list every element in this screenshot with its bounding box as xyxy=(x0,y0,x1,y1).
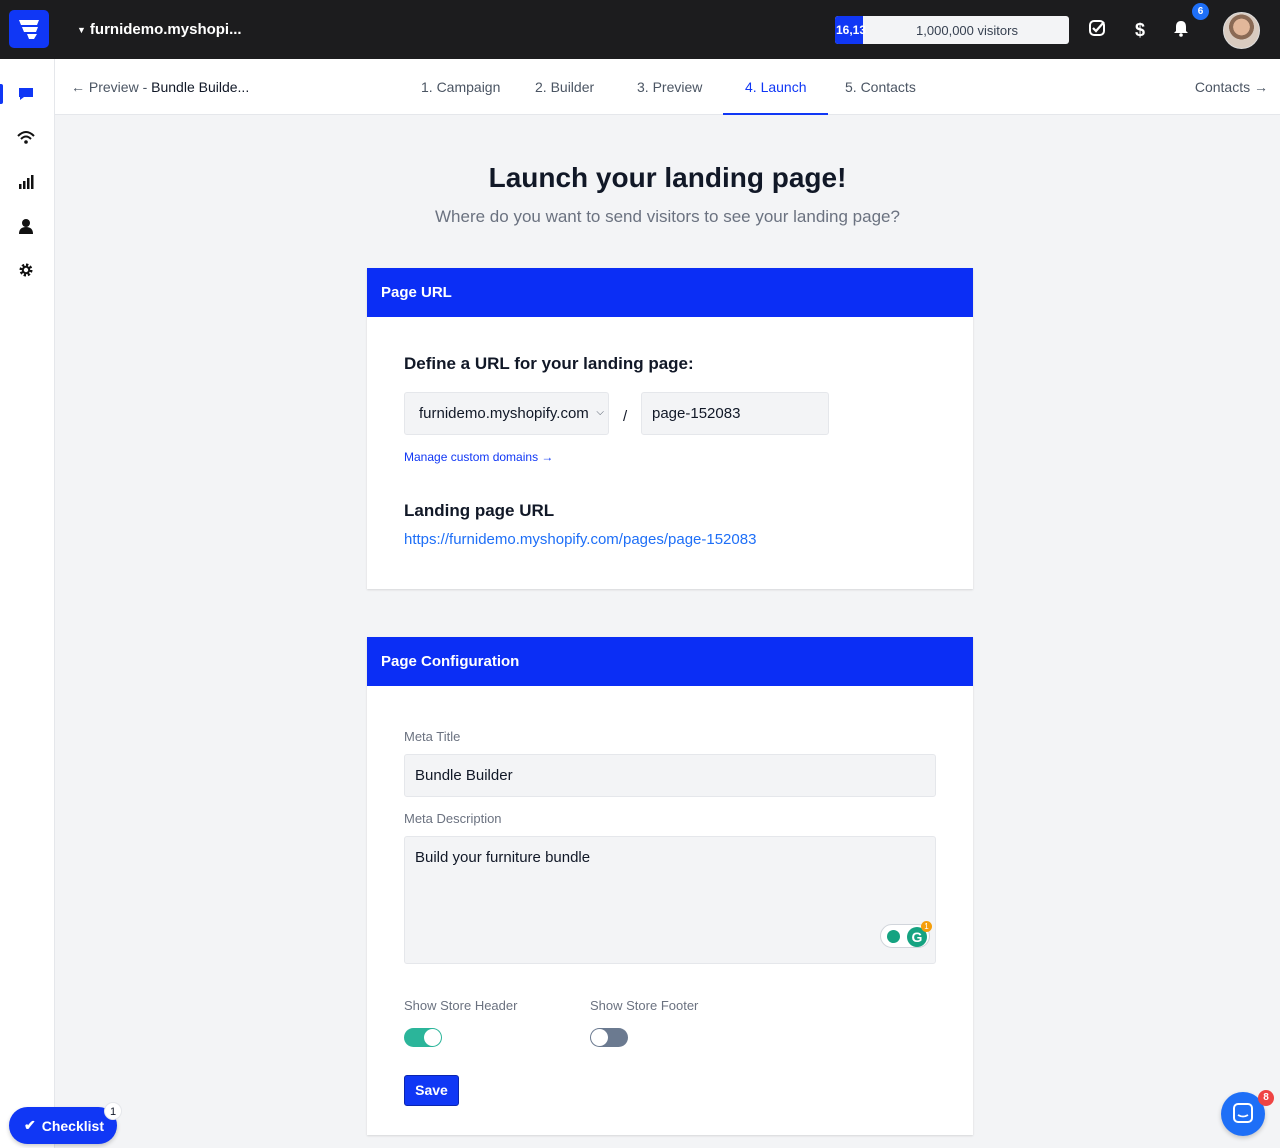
meta-desc-textarea[interactable]: Build your furniture bundle xyxy=(404,836,936,964)
meta-title-input[interactable]: Bundle Builder xyxy=(404,754,936,797)
grammarly-badge: 1 xyxy=(921,921,932,932)
tab-contacts[interactable]: 5. Contacts xyxy=(845,79,916,95)
user-avatar[interactable] xyxy=(1223,12,1260,49)
grammarly-widget[interactable]: G 1 xyxy=(880,921,932,948)
save-button[interactable]: Save xyxy=(404,1075,459,1106)
page-url-header: Page URL xyxy=(367,268,973,317)
bell-icon[interactable] xyxy=(1170,19,1192,41)
sidebar-active-indicator xyxy=(0,84,3,104)
show-header-label: Show Store Header xyxy=(404,998,518,1013)
logo-icon xyxy=(19,20,39,39)
top-bar: ▼ furnidemo.myshopi... 16,13 1,000,000 v… xyxy=(0,0,1280,59)
visitor-usage-bar: 16,13 1,000,000 visitors xyxy=(835,16,1069,44)
define-url-label: Define a URL for your landing page: xyxy=(404,354,694,373)
tab-builder[interactable]: 2. Builder xyxy=(535,79,594,95)
store-switcher[interactable]: ▼ furnidemo.myshopi... xyxy=(77,21,242,38)
back-title: Bundle Builde... xyxy=(151,79,250,95)
page-config-card: Page Configuration Meta Title Bundle Bui… xyxy=(367,637,973,1135)
next-label: Contacts xyxy=(1194,79,1251,95)
tasks-check-icon[interactable] xyxy=(1086,19,1108,41)
store-name: furnidemo.myshopi... xyxy=(89,21,242,38)
step-navigation: ← Preview - Bundle Builde... 1. Campaign… xyxy=(55,59,1280,115)
landing-url-label: Landing page URL xyxy=(404,501,555,520)
page-url-card: Page URL Define a URL for your landing p… xyxy=(367,268,973,589)
back-prefix: Preview - xyxy=(88,79,148,95)
chevron-down-icon: ⌵ xyxy=(596,407,604,418)
url-slug-input[interactable]: page-152083 xyxy=(641,392,829,435)
landing-url-link[interactable]: https://furnidemo.myshopify.com/pages/pa… xyxy=(404,531,756,548)
dollar-icon[interactable]: $ xyxy=(1129,20,1151,42)
chat-icon[interactable] xyxy=(17,85,37,105)
checklist-label: Checklist xyxy=(41,1117,104,1134)
chat-badge: 8 xyxy=(1258,1090,1274,1106)
tab-campaign[interactable]: 1. Campaign xyxy=(421,79,500,95)
domain-select[interactable]: furnidemo.myshopify.com ⌵ xyxy=(404,392,609,435)
bar-chart-icon[interactable] xyxy=(17,173,37,193)
page-config-header: Page Configuration xyxy=(367,637,973,686)
page-title: Launch your landing page! xyxy=(488,162,847,193)
manage-custom-domains-link[interactable]: Manage custom domains → xyxy=(404,450,553,464)
back-to-preview-link[interactable]: ← Preview - Bundle Builde... xyxy=(71,79,249,95)
show-footer-label: Show Store Footer xyxy=(590,998,699,1013)
sidebar xyxy=(0,59,55,1148)
meta-title-label: Meta Title xyxy=(404,729,461,744)
gear-icon[interactable] xyxy=(17,261,37,281)
url-separator: / xyxy=(623,408,628,425)
user-icon[interactable] xyxy=(17,217,37,237)
checkmark-icon: ✔ xyxy=(24,1117,36,1133)
next-contacts-link[interactable]: Contacts → xyxy=(1195,79,1268,95)
wifi-icon[interactable] xyxy=(17,129,37,149)
active-tab-underline xyxy=(723,113,828,115)
checklist-button[interactable]: ✔ Checklist xyxy=(9,1107,117,1144)
tab-preview[interactable]: 3. Preview xyxy=(637,79,702,95)
lightbulb-icon xyxy=(887,930,900,943)
page-subtitle: Where do you want to send visitors to se… xyxy=(435,207,900,226)
arrow-left-icon: ← xyxy=(71,79,89,95)
app-logo[interactable] xyxy=(9,10,49,48)
notifications-badge: 6 xyxy=(1192,3,1209,20)
arrow-right-icon: → xyxy=(1254,79,1268,95)
show-header-toggle[interactable] xyxy=(404,1028,442,1047)
toggle-knob xyxy=(424,1029,441,1046)
meta-desc-label: Meta Description xyxy=(404,811,502,826)
visitor-limit-label: 1,000,000 visitors xyxy=(916,23,1018,38)
caret-down-icon: ▼ xyxy=(77,24,86,35)
tab-launch[interactable]: 4. Launch xyxy=(745,79,807,95)
toggle-knob xyxy=(591,1029,608,1046)
domain-value: furnidemo.myshopify.com xyxy=(419,405,589,422)
show-footer-toggle[interactable] xyxy=(590,1028,628,1047)
checklist-badge: 1 xyxy=(104,1102,122,1120)
